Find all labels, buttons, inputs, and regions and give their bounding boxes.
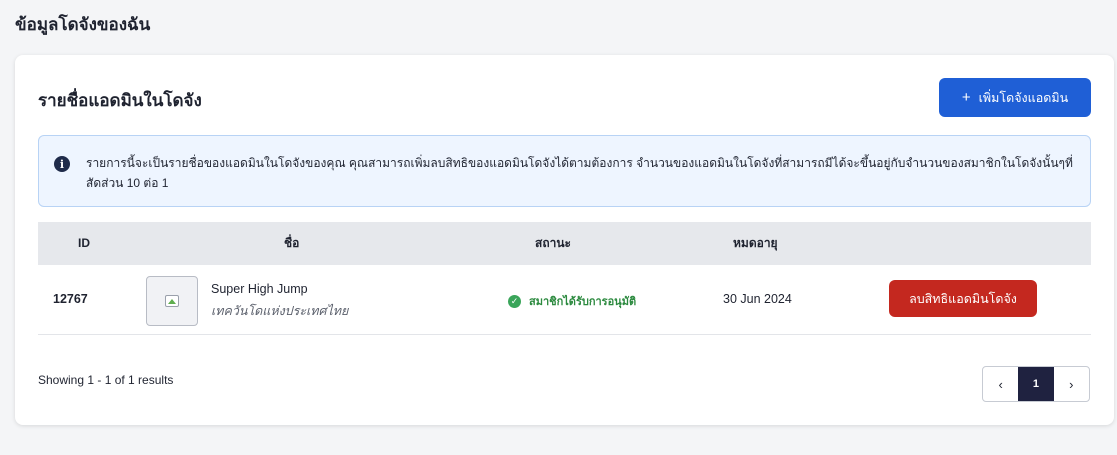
page-1-button[interactable]: 1 [1018,367,1054,401]
table-row: 12767 Super High Jump เทควันโดแห่งประเทศ… [38,265,1091,335]
info-alert: i รายการนี้จะเป็นรายชื่อของแอดมินในโดจัง… [38,135,1091,207]
check-circle-icon: ✓ [508,294,521,308]
row-id: 12767 [53,292,88,306]
header-expiry: หมดอายุ [733,236,778,250]
header-id: ID [78,236,90,250]
card-title: รายชื่อแอดมินในโดจัง [38,91,202,110]
dojo-thumbnail [146,276,198,326]
row-expiry: 30 Jun 2024 [723,292,792,306]
header-name: ชื่อ [284,236,300,250]
row-subtitle: เทควันโดแห่งประเทศไทย [211,304,349,318]
remove-admin-button[interactable]: ลบสิทธิแอดมินโดจัง [889,280,1037,317]
row-name: Super High Jump [211,282,308,296]
status-text: สมาชิกได้รับการอนุมัติ [529,296,637,308]
prev-page-button[interactable]: ‹ [983,367,1018,401]
results-summary: Showing 1 - 1 of 1 results [38,373,174,387]
dojo-admin-card: รายชื่อแอดมินในโดจัง + เพิ่มโดจังแอดมิน … [15,55,1114,425]
status-badge: ✓ สมาชิกได้รับการอนุมัติ [508,292,636,310]
header-status: สถานะ [535,236,571,250]
add-dojo-admin-button[interactable]: + เพิ่มโดจังแอดมิน [939,78,1091,117]
next-page-button[interactable]: › [1054,367,1089,401]
broken-image-icon [165,295,179,307]
plus-icon: + [961,89,971,106]
pagination: ‹ 1 › [982,366,1090,402]
add-dojo-admin-label: เพิ่มโดจังแอดมิน [978,90,1069,105]
info-text: รายการนี้จะเป็นรายชื่อของแอดมินในโดจังขอ… [86,156,1073,190]
info-icon: i [54,156,70,172]
table-header: ID ชื่อ สถานะ หมดอายุ [38,222,1091,265]
page-title: ข้อมูลโดจังของฉัน [15,15,151,34]
